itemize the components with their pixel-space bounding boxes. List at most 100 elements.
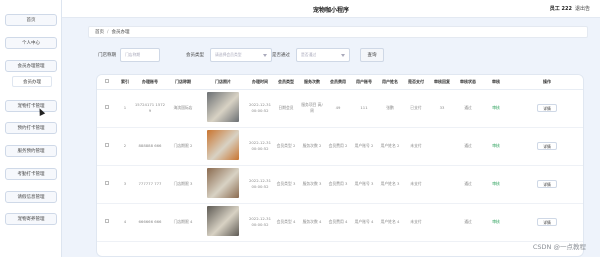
cell-account: 888888 666: [133, 127, 167, 166]
cell-op: 详情: [511, 89, 583, 128]
cell-uname: 用户姓名 4: [377, 203, 403, 242]
checkbox[interactable]: [105, 79, 109, 84]
cell-store: 门店期限 3: [167, 165, 199, 204]
cell-photo: [199, 127, 247, 166]
sidebar: 首页个人中心会员办理管理 宠物打卡管理 预约打卡管理 服务预约管理 考勤打卡管理 请假信息…: [0, 0, 62, 257]
breadcrumb-home[interactable]: 首页: [95, 29, 104, 35]
checkbox[interactable]: [105, 143, 109, 147]
audit-link[interactable]: 审核: [492, 105, 500, 110]
store-photo: [207, 92, 239, 122]
cell-audit: 审核: [481, 89, 511, 128]
cell-index: 4: [117, 203, 133, 242]
data-table: 索引 办理账号 门店称期 门店照片 办理时间 会员类型 服务次数 会员费用 用户账号 用户姓名 是否…: [96, 74, 584, 257]
cell-uaccount: 111: [351, 89, 377, 128]
cell-count: 服务次数 3: [299, 165, 325, 204]
cell-op: 详情: [511, 127, 583, 166]
cell-uname: 张鹏: [377, 89, 403, 128]
audit-link[interactable]: 审核: [492, 143, 500, 148]
search-button[interactable]: 查询: [360, 48, 384, 62]
cell-fee: 会员费用 4: [325, 203, 351, 242]
detail-button[interactable]: 详情: [537, 218, 557, 226]
chevron-down-icon: [341, 54, 345, 57]
column-header: 门店称期: [167, 75, 199, 90]
cell-store: 海滨国际店: [167, 89, 199, 128]
audit-link[interactable]: 审核: [492, 181, 500, 186]
table-row: 4 666666 666 门店期限 4 2022-12-31 00:00:52 会员类型…: [97, 203, 583, 242]
checkbox[interactable]: [105, 219, 109, 223]
column-header: 会员类型: [273, 75, 299, 90]
column-header: 会员费用: [325, 75, 351, 90]
table-body: 1 15724171 15729 海滨国际店 2022-12-31 00:00:52 日…: [97, 89, 583, 242]
cell-photo: [199, 89, 247, 128]
checkbox[interactable]: [105, 181, 109, 185]
breadcrumb-current: 会员办理: [111, 30, 130, 35]
sidebar-item[interactable]: 首页: [5, 14, 57, 26]
cell-index: 1: [117, 89, 133, 128]
column-header: 服务次数: [299, 75, 325, 90]
sidebar-subitem-member[interactable]: 会员办理: [12, 76, 52, 87]
sidebar-item[interactable]: 宠物打卡管理: [5, 100, 57, 112]
sidebar-item[interactable]: 服务预约管理: [5, 145, 57, 157]
sidebar-item[interactable]: 会员办理管理: [5, 60, 57, 72]
cell-store: 门店期限 4: [167, 203, 199, 242]
sidebar-item[interactable]: 个人中心: [5, 37, 57, 49]
audit-link[interactable]: 审核: [492, 219, 500, 224]
cell-fee: 会员费用 2: [325, 127, 351, 166]
column-header: 审核状态: [455, 75, 481, 90]
cell-reply: 33: [429, 89, 455, 128]
row-checkbox-cell[interactable]: [97, 127, 117, 166]
cell-account: 15724171 15729: [133, 89, 167, 128]
cell-count: 服务项目 高/周: [299, 89, 325, 128]
row-checkbox-cell[interactable]: [97, 165, 117, 204]
paid-label: 是否通过: [272, 53, 290, 58]
sidebar-item[interactable]: 宠物寄养管理: [5, 213, 57, 225]
cell-time: 2022-12-31 00:00:52: [247, 165, 273, 204]
sidebar-item[interactable]: 请假信息管理: [5, 191, 57, 203]
logout-link[interactable]: 退出告: [575, 6, 590, 12]
watermark: CSDN @一点教程: [532, 243, 586, 251]
member-type-placeholder: 请选择会员类型: [215, 52, 242, 57]
member-type-label: 会员类型: [186, 53, 204, 58]
select-all-header[interactable]: [97, 75, 117, 90]
cell-time: 2022-12-31 00:00:52: [247, 89, 273, 128]
cell-type: 日期会员: [273, 89, 299, 128]
cell-status: 通过: [455, 165, 481, 204]
cell-time: 2022-12-31 00:00:52: [247, 127, 273, 166]
store-photo: [207, 206, 239, 236]
column-header: 办理时间: [247, 75, 273, 90]
detail-button[interactable]: 详情: [537, 180, 557, 188]
cell-status: 通过: [455, 89, 481, 128]
top-bar: 宠物咖小程序 员工 222 退出告: [62, 0, 600, 18]
detail-button[interactable]: 详情: [537, 104, 557, 112]
column-header: 用户姓名: [377, 75, 403, 90]
row-checkbox-cell[interactable]: [97, 89, 117, 128]
cell-index: 3: [117, 165, 133, 204]
user-info: 员工 222 退出告: [550, 5, 590, 12]
paid-select[interactable]: 是否通过: [296, 48, 350, 62]
checkbox[interactable]: [105, 105, 109, 109]
cell-paid: 未支付: [403, 127, 429, 166]
cell-type: 会员类型 4: [273, 203, 299, 242]
member-type-select[interactable]: 请选择会员类型: [210, 48, 272, 62]
cell-audit: 审核: [481, 203, 511, 242]
column-header: 索引: [117, 75, 133, 90]
store-photo: [207, 168, 239, 198]
detail-button[interactable]: 详情: [537, 142, 557, 150]
cell-uaccount: 用户账号 3: [351, 165, 377, 204]
cell-op: 详情: [511, 203, 583, 242]
store-photo: [207, 130, 239, 160]
cell-reply: [429, 203, 455, 242]
cell-store: 门店期限 2: [167, 127, 199, 166]
sidebar-item[interactable]: 预约打卡管理: [5, 122, 57, 134]
column-header: 是否支付: [403, 75, 429, 90]
sidebar-item[interactable]: 考勤打卡管理: [5, 168, 57, 180]
app-title: 宠物咖小程序: [312, 7, 349, 14]
store-input[interactable]: 门店称期: [120, 48, 160, 62]
cell-account: 777777 777: [133, 165, 167, 204]
cell-time: 2022-12-31 00:00:52: [247, 203, 273, 242]
cell-uaccount: 用户账号 2: [351, 127, 377, 166]
cell-reply: [429, 165, 455, 204]
row-checkbox-cell[interactable]: [97, 203, 117, 242]
cell-uaccount: 用户账号 4: [351, 203, 377, 242]
cell-status: 通过: [455, 203, 481, 242]
